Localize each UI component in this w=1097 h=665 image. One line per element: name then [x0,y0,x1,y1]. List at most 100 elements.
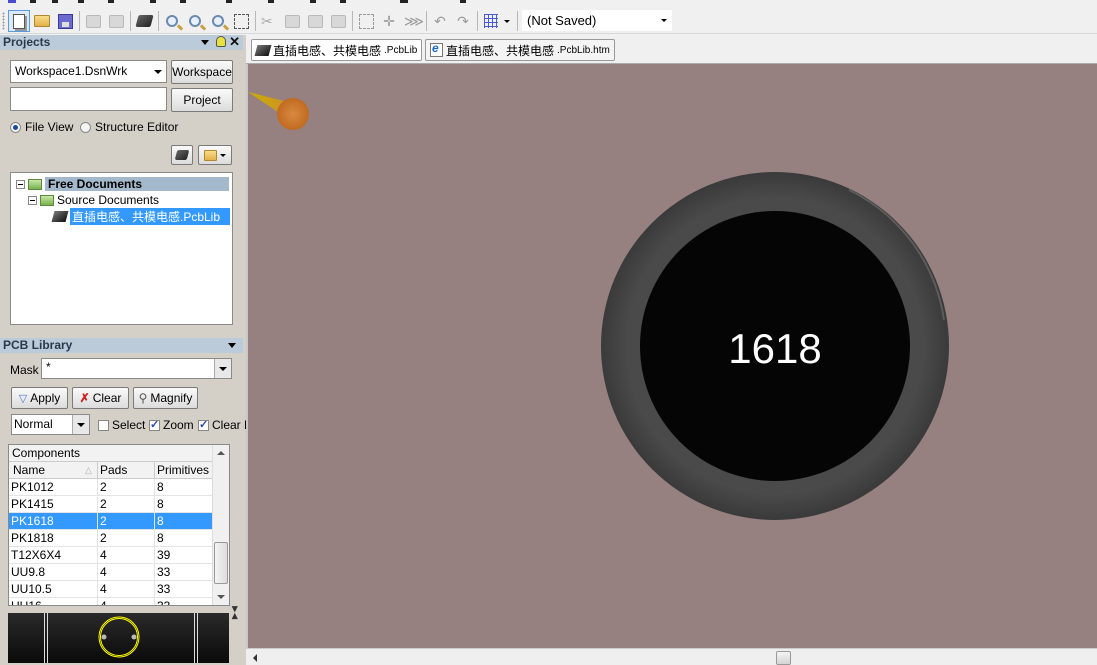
open-button[interactable] [31,10,53,32]
grid-button[interactable] [480,10,502,32]
zoom-area-button[interactable] [230,10,252,32]
tab-pcblib[interactable]: 直插电感、共模电感 .PcbLib [251,39,423,61]
rubber-stamp-button[interactable] [327,10,349,32]
toolbar-grip[interactable] [2,12,5,30]
canvas-horizontal-scrollbar[interactable] [246,648,1097,665]
toolbar-separator [477,11,478,31]
scroll-left-icon[interactable] [253,654,257,662]
panel-menu-icon[interactable] [228,343,236,348]
clear-existing-checkbox[interactable]: Clear E [198,418,252,432]
cell-pads: 2 [98,479,155,496]
fit-document-button[interactable] [207,10,229,32]
file-view-radio[interactable]: File View [10,120,73,134]
cell-primitives: 33 [157,599,171,606]
menu-item[interactable] [150,0,156,3]
structure-editor-radio[interactable]: Structure Editor [80,120,178,134]
column-header-primitives[interactable]: Primitives [155,462,213,479]
select-checkbox[interactable]: Select [98,418,145,432]
close-icon[interactable]: ✕ [229,34,240,49]
component-row[interactable]: PK1012 2 8 [9,479,213,496]
print-button[interactable] [82,10,104,32]
cell-pads: 4 [98,598,155,605]
cut-button[interactable]: ✂ [258,10,280,32]
move-button[interactable]: ✛ [378,10,400,32]
document-options-button[interactable] [198,145,232,165]
light-source-icon [277,98,309,130]
component-row[interactable]: UU9.8 4 33 [9,564,213,581]
zoom-in-button[interactable] [161,10,183,32]
scroll-thumb[interactable] [776,651,791,665]
magnify-button[interactable]: ⚲ Magnify [133,387,198,409]
menu-item[interactable] [52,0,58,3]
panel-menu-icon[interactable] [201,40,209,45]
chevron-down-icon [214,359,231,378]
new-document-button[interactable] [8,10,30,32]
workspace-button[interactable]: Workspace [171,60,233,84]
paste-button[interactable] [304,10,326,32]
undo-button[interactable]: ↶ [429,10,451,32]
scroll-up-icon[interactable] [217,451,225,455]
filter-icon: ▽ [18,392,28,405]
component-row[interactable]: UU10.5 4 33 [9,581,213,598]
pin-icon[interactable] [216,36,226,47]
cell-pads: 2 [98,530,155,547]
component-3d-body[interactable]: 1618 [599,170,951,522]
column-header-pads[interactable]: Pads [98,462,155,479]
component-row[interactable]: PK1415 2 8 [9,496,213,513]
menu-item[interactable] [460,0,466,3]
mask-label: Mask [10,363,39,377]
clear-button[interactable]: ✗ Clear [72,387,129,409]
workspace-combo[interactable]: Workspace1.DsnWrk [10,60,167,83]
zoom-checkbox[interactable]: Zoom [149,418,194,432]
menu-item[interactable] [78,0,84,3]
3d-view-button[interactable] [133,10,155,32]
menu-item[interactable] [226,0,232,3]
menu-item[interactable] [400,0,408,3]
menu-item[interactable] [268,0,274,3]
deselect-icon: ⋙ [404,13,424,29]
project-options-button[interactable] [171,145,193,165]
tree-item-source-documents[interactable]: Source Documents [28,192,159,208]
menu-item[interactable] [340,0,346,3]
preview-pad-1 [101,634,107,640]
menu-item[interactable] [180,0,186,3]
collapse-preview-icon[interactable]: ▾ ▴ [232,604,238,622]
tree-item-pcblib-file[interactable]: 直插电感、共模电感.PcbLib [51,207,230,225]
document-tabs: 直插电感、共模电感.PcbLib 直插电感、共模电感.PcbLib.htm [246,35,1097,64]
tab-pcblib-htm[interactable]: 直插电感、共模电感.PcbLib.htm [425,39,615,61]
component-row[interactable]: PK1618 2 8 [9,513,213,530]
pcb-3d-canvas[interactable]: 1618 [246,64,1097,648]
menu-item[interactable] [30,0,36,3]
redo-button[interactable]: ↷ [452,10,474,32]
print-preview-button[interactable] [105,10,127,32]
deselect-button[interactable]: ⋙ [401,10,424,32]
component-row[interactable]: PK1818 2 8 [9,530,213,547]
mode-combo[interactable]: Normal [11,414,90,435]
variant-combo[interactable]: (Not Saved) [522,10,672,31]
save-button[interactable] [54,10,76,32]
collapse-icon[interactable] [28,195,37,205]
apply-button[interactable]: ▽ Apply [11,387,68,409]
copy-button[interactable] [281,10,303,32]
menu-item[interactable] [108,0,114,3]
collapse-icon[interactable] [16,179,25,189]
menu-item[interactable] [310,0,316,3]
mask-input[interactable]: * [41,358,232,379]
scroll-thumb[interactable] [214,542,228,584]
print-preview-icon [108,14,124,28]
tree-item-free-documents[interactable]: Free Documents [16,176,229,192]
grid-dropdown[interactable] [500,10,514,32]
zoom-out-button[interactable] [184,10,206,32]
radio-indicator [80,121,91,133]
project-input[interactable] [10,87,167,111]
cell-name: PK1618 [9,513,98,530]
component-row[interactable]: T12X6X4 4 39 [9,547,213,564]
project-button[interactable]: Project [171,88,233,112]
cell-name: UU10.5 [9,581,98,598]
column-header-name[interactable]: Name △ [9,462,98,479]
scroll-down-icon[interactable] [217,595,225,599]
save-icon [57,13,73,29]
select-area-button[interactable] [355,10,377,32]
component-row[interactable]: UU16 4 33 [9,598,213,606]
components-scrollbar[interactable] [212,445,229,605]
